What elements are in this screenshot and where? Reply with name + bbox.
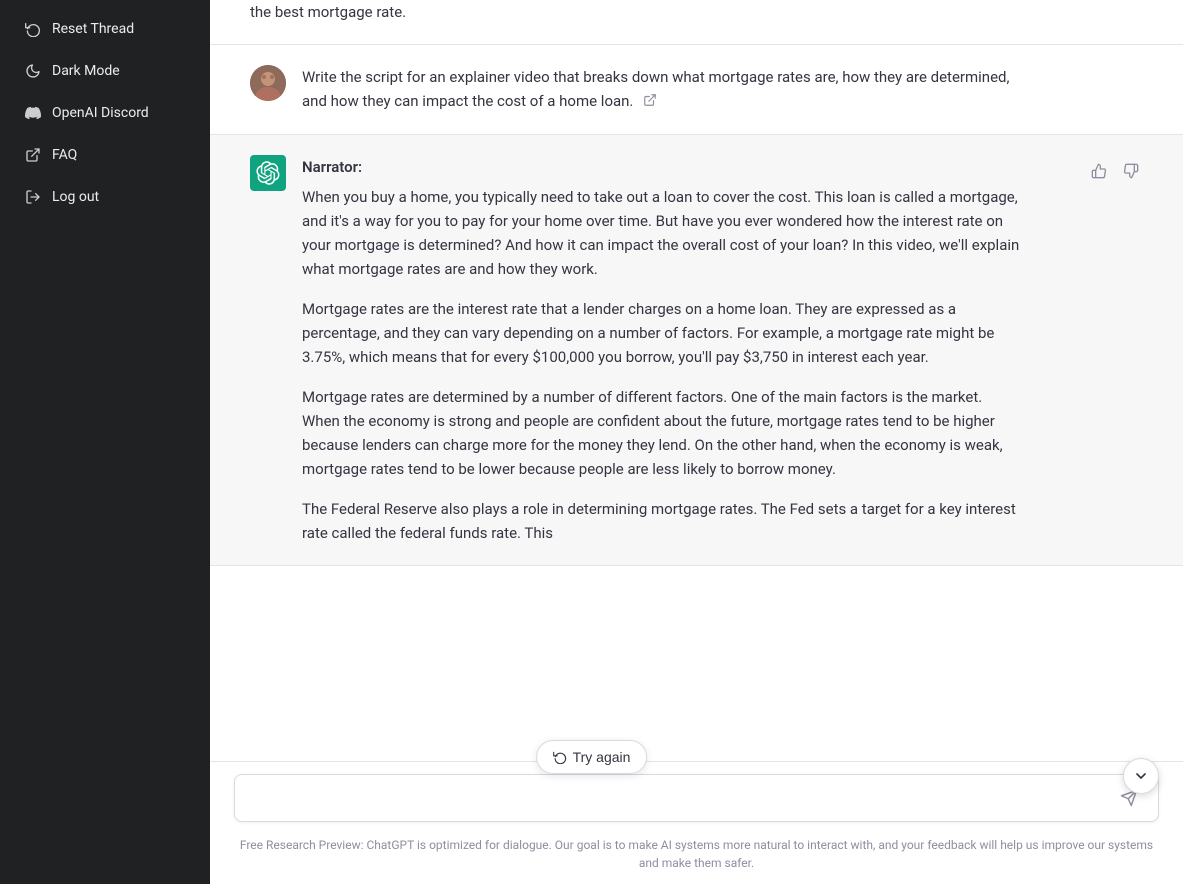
thumbs-down-button[interactable] [1119, 159, 1143, 183]
input-wrapper [234, 774, 1159, 822]
external-link-icon [24, 146, 42, 164]
footer-disclaimer: Free Research Preview: ChatGPT is optimi… [210, 830, 1183, 884]
reset-icon [24, 20, 42, 38]
ai-paragraph-2: Mortgage rates are the interest rate tha… [302, 297, 1022, 369]
sidebar-item-logout-label: Log out [52, 189, 99, 205]
sidebar-item-faq[interactable]: FAQ [8, 136, 202, 174]
sidebar-item-logout[interactable]: Log out [8, 178, 202, 216]
ai-message-actions [1087, 155, 1143, 545]
chat-input[interactable] [251, 789, 1116, 807]
ai-paragraph-3: Mortgage rates are determined by a numbe… [302, 385, 1022, 481]
user-message-row: Write the script for an explainer video … [210, 45, 1183, 134]
input-area [210, 761, 1183, 830]
ai-paragraph-4: The Federal Reserve also plays a role in… [302, 497, 1022, 545]
ai-avatar [250, 155, 286, 191]
ai-paragraph-1: When you buy a home, you typically need … [302, 185, 1022, 281]
discord-icon [24, 104, 42, 122]
sidebar-item-faq-label: FAQ [52, 147, 77, 163]
narrator-label: Narrator: [302, 155, 1022, 179]
thumbs-up-button[interactable] [1087, 159, 1111, 183]
partial-top-message: the best mortgage rate. [210, 0, 1183, 45]
moon-icon [24, 62, 42, 80]
try-again-button[interactable]: Try again [536, 740, 648, 774]
user-message-content: Write the script for an explainer video … [302, 65, 1022, 114]
sidebar-item-dark-mode[interactable]: Dark Mode [8, 52, 202, 90]
sidebar-item-openai-discord-label: OpenAI Discord [52, 105, 149, 121]
scroll-bottom-button[interactable] [1123, 758, 1159, 794]
sidebar-item-reset-thread[interactable]: Reset Thread [8, 10, 202, 48]
sidebar-item-reset-thread-label: Reset Thread [52, 21, 134, 37]
external-link-user-icon[interactable] [643, 93, 657, 111]
sidebar-item-dark-mode-label: Dark Mode [52, 63, 120, 79]
main-chat-area: the best mortgage rate. Write the script… [210, 0, 1183, 884]
user-avatar [250, 65, 286, 101]
chat-scroll[interactable]: the best mortgage rate. Write the script… [210, 0, 1183, 761]
sidebar-item-openai-discord[interactable]: OpenAI Discord [8, 94, 202, 132]
logout-icon [24, 188, 42, 206]
ai-message-row: Narrator: When you buy a home, you typic… [210, 134, 1183, 566]
sidebar: Reset Thread Dark Mode OpenAI Discord FA… [0, 0, 210, 884]
ai-message-content: Narrator: When you buy a home, you typic… [302, 155, 1022, 545]
